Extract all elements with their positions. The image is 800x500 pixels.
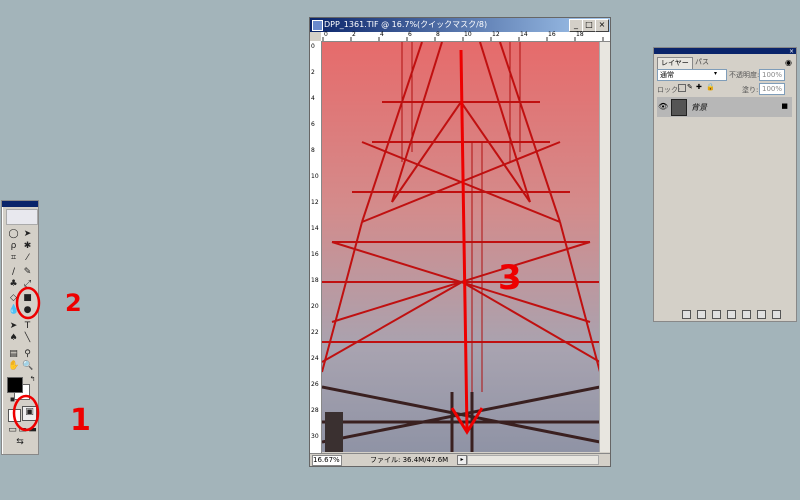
circle-annotation-2 <box>15 286 41 320</box>
annotation-overlay <box>12 49 484 435</box>
annotation-number-1: 1 <box>70 403 91 438</box>
arrow-annotation-3 <box>459 49 469 431</box>
annotation-number-2: 2 <box>65 289 82 317</box>
annotation-number-3: 3 <box>498 258 522 298</box>
circle-annotation-1 <box>12 394 40 432</box>
